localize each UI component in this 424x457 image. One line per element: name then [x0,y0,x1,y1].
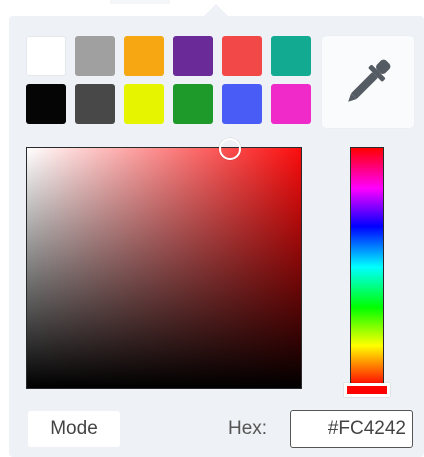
color-swatch[interactable] [173,36,213,76]
color-swatch[interactable] [271,36,311,76]
hue-slider-handle[interactable] [344,383,390,397]
popover-arrow [204,4,228,16]
color-swatch[interactable] [75,84,115,124]
saturation-value-handle[interactable] [219,138,242,161]
mode-button[interactable]: Mode [28,411,120,447]
hue-slider[interactable] [350,147,384,387]
color-swatch[interactable] [124,36,164,76]
hex-input[interactable] [290,410,413,448]
eyedropper-icon [348,59,391,102]
eyedropper-button[interactable] [322,36,414,128]
tab-top-edge [110,0,170,4]
color-swatch[interactable] [222,36,262,76]
color-swatch[interactable] [271,84,311,124]
color-swatch[interactable] [75,36,115,76]
color-swatch[interactable] [124,84,164,124]
saturation-value-area[interactable] [26,147,302,389]
color-swatch[interactable] [222,84,262,124]
hex-label: Hex: [228,418,268,439]
color-swatch[interactable] [173,84,213,124]
color-swatch[interactable] [26,84,66,124]
color-swatch[interactable] [26,36,66,76]
